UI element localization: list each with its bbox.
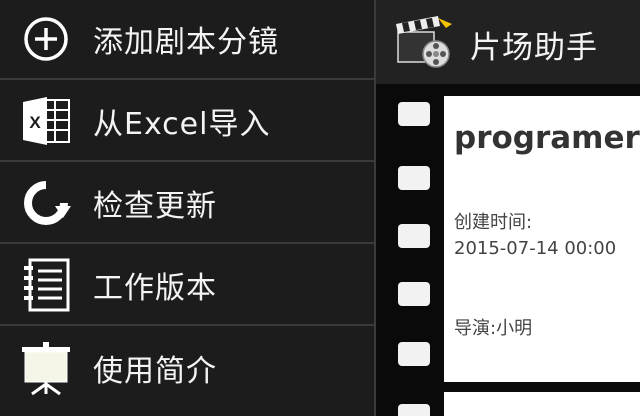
film-hole — [398, 282, 430, 306]
script-card[interactable]: programer 创建时间: 2015-07-14 00:00 导演:小明 — [444, 96, 640, 382]
clapperboard-film-reel-icon[interactable] — [394, 14, 454, 70]
refresh-icon — [18, 175, 74, 231]
film-hole — [398, 404, 430, 416]
created-time-label: 创建时间: — [454, 212, 533, 233]
menu-item-label: 检查更新 — [93, 189, 217, 224]
menu-item-import-excel[interactable]: X 从Excel导入 — [0, 82, 374, 162]
navigation-drawer: 添加剧本分镜 X 从Excel导入 检查更新 工作版本 使用简介 — [0, 0, 374, 416]
plus-circle-icon — [18, 11, 74, 67]
film-hole — [398, 166, 430, 190]
action-bar: 片场助手 — [376, 0, 640, 84]
app-title: 片场助手 — [470, 30, 598, 66]
presentation-board-icon — [18, 340, 74, 396]
created-time-value: 2015-07-14 00:00 — [454, 238, 617, 259]
menu-item-label: 添加剧本分镜 — [93, 25, 279, 60]
main-content: 片场助手 programer 创建时间: 2015-07-14 00:00 导演… — [376, 0, 640, 416]
script-card[interactable] — [444, 392, 640, 416]
menu-item-add-storyboard[interactable]: 添加剧本分镜 — [0, 0, 374, 80]
menu-item-introduction[interactable]: 使用简介 — [0, 328, 374, 408]
film-hole — [398, 224, 430, 248]
menu-item-label: 工作版本 — [93, 271, 217, 306]
script-title: programer — [454, 120, 640, 156]
menu-item-label: 从Excel导入 — [93, 107, 271, 142]
notebook-icon — [18, 257, 74, 313]
film-hole — [398, 342, 430, 366]
menu-item-label: 使用简介 — [93, 354, 217, 389]
excel-icon: X — [18, 93, 74, 149]
menu-item-work-version[interactable]: 工作版本 — [0, 246, 374, 326]
svg-text:X: X — [29, 113, 41, 132]
film-hole — [398, 102, 430, 126]
menu-item-check-update[interactable]: 检查更新 — [0, 164, 374, 244]
director-label: 导演:小明 — [454, 318, 533, 339]
